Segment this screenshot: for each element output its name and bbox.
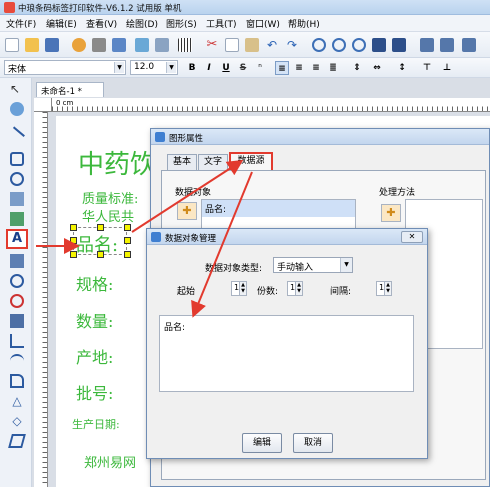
annotation-arrows — [36, 159, 253, 318]
arrow-to-data-source-tab — [131, 159, 244, 233]
arrow-to-data-object — [191, 171, 253, 318]
